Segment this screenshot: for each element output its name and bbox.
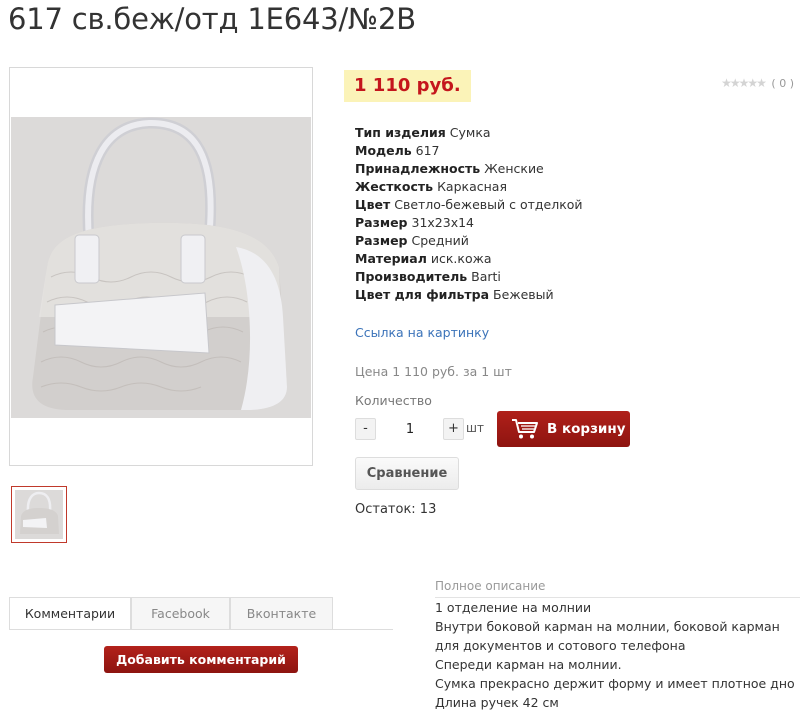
- quantity-label: Количество: [355, 393, 432, 408]
- property-row: Производитель Barti: [355, 268, 583, 286]
- tab-comments[interactable]: Комментарии: [9, 597, 131, 630]
- tab-facebook[interactable]: Facebook: [131, 597, 230, 629]
- tab-vkontakte[interactable]: Вконтакте: [230, 597, 333, 629]
- property-row: Размер Средний: [355, 232, 583, 250]
- property-value: Сумка: [449, 125, 491, 140]
- property-row: Размер 31x23x14: [355, 214, 583, 232]
- description-line: Внутри боковой карман на молнии, боковой…: [435, 619, 780, 653]
- shopping-cart-icon: [512, 419, 538, 439]
- property-value: 31x23x14: [411, 215, 475, 230]
- compare-button[interactable]: Сравнение: [355, 457, 459, 490]
- description-line: Сумка прекрасно держит форму и имеет пло…: [435, 676, 795, 691]
- tabs-divider: [9, 629, 393, 630]
- property-value: 617: [415, 143, 440, 158]
- property-key: Цвет: [355, 197, 391, 212]
- property-value: иск.кожа: [430, 251, 492, 266]
- handbag-photo: [11, 117, 311, 418]
- add-comment-button[interactable]: Добавить комментарий: [104, 646, 298, 673]
- property-key: Модель: [355, 143, 412, 158]
- property-key: Размер: [355, 233, 408, 248]
- price-per-unit: Цена 1 110 руб. за 1 шт: [355, 364, 512, 379]
- product-thumbnail[interactable]: [11, 486, 67, 543]
- image-link[interactable]: Ссылка на картинку: [355, 325, 489, 340]
- rating[interactable]: ★★★★★ ( 0 ): [721, 76, 794, 90]
- add-to-cart-label: В корзину: [547, 421, 626, 437]
- product-main-image[interactable]: [9, 67, 313, 466]
- property-row: Материал иск.кожа: [355, 250, 583, 268]
- property-value: Бежевый: [493, 287, 554, 302]
- property-value: Barti: [471, 269, 501, 284]
- property-row: Жесткость Каркасная: [355, 178, 583, 196]
- property-key: Производитель: [355, 269, 468, 284]
- product-title: 617 св.беж/отд 1Е643/№2В: [8, 2, 416, 36]
- property-row: Модель 617: [355, 142, 583, 160]
- property-key: Тип изделия: [355, 125, 446, 140]
- add-to-cart-button[interactable]: В корзину: [497, 411, 630, 447]
- description-title: Полное описание: [435, 579, 546, 593]
- property-row: Цвет Светло-бежевый с отделкой: [355, 196, 583, 214]
- quantity-input[interactable]: [377, 418, 443, 440]
- price-badge: 1 110 руб.: [344, 70, 471, 102]
- property-row: Цвет для фильтра Бежевый: [355, 286, 583, 304]
- description-line: 1 отделение на молнии: [435, 600, 592, 615]
- handbag-thumbnail-image: [15, 490, 63, 539]
- property-value: Светло-бежевый с отделкой: [394, 197, 583, 212]
- product-properties: Тип изделия Сумка Модель 617 Принадлежно…: [355, 124, 583, 304]
- property-value: Женские: [484, 161, 544, 176]
- property-key: Цвет для фильтра: [355, 287, 490, 302]
- property-key: Материал: [355, 251, 427, 266]
- property-key: Жесткость: [355, 179, 434, 194]
- property-row: Тип изделия Сумка: [355, 124, 583, 142]
- rating-stars-icon[interactable]: ★★★★★: [721, 76, 767, 90]
- description-line: Длина ручек 42 см: [435, 695, 559, 710]
- property-key: Принадлежность: [355, 161, 481, 176]
- quantity-unit: шт: [466, 421, 484, 435]
- property-value: Средний: [411, 233, 469, 248]
- property-key: Размер: [355, 215, 408, 230]
- property-value: Каркасная: [437, 179, 507, 194]
- description-text: 1 отделение на молнии Внутри боковой кар…: [435, 598, 795, 712]
- stock-count: Остаток: 13: [355, 502, 437, 517]
- property-row: Принадлежность Женские: [355, 160, 583, 178]
- rating-count: ( 0 ): [771, 77, 794, 90]
- description-line: Спереди карман на молнии.: [435, 657, 622, 672]
- quantity-minus-button[interactable]: -: [355, 418, 376, 440]
- quantity-plus-button[interactable]: +: [443, 418, 464, 440]
